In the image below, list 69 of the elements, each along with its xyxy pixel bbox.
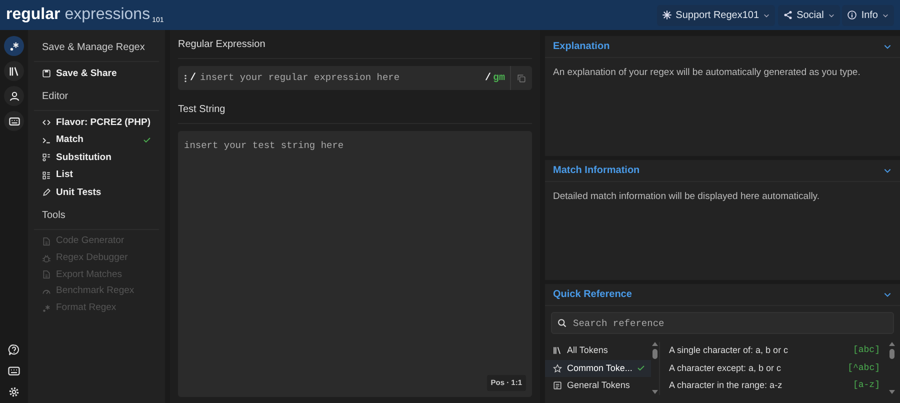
reference-row[interactable]: A character in the range: a-z [a-z] xyxy=(665,377,884,394)
description-text: An explanation of your regex will be automatically generated as you type. xyxy=(552,66,862,80)
caret-icon xyxy=(828,12,835,18)
check-icon xyxy=(637,364,646,372)
books-icon xyxy=(8,66,20,76)
user-icon xyxy=(8,90,20,102)
regex-icon xyxy=(42,304,51,313)
panel-header[interactable]: Match Information xyxy=(545,160,900,182)
regex-icon xyxy=(8,40,20,52)
reference-row[interactable]: A single character of: a, b or c [abc] xyxy=(665,342,884,360)
substitution-icon xyxy=(42,153,51,162)
sparkle-icon xyxy=(662,10,672,20)
document-icon xyxy=(42,270,51,280)
section-heading: Tools xyxy=(34,204,159,230)
share-icon xyxy=(782,10,793,20)
category-item[interactable]: All Tokens xyxy=(545,342,651,360)
menu-item[interactable]: Match xyxy=(34,132,159,149)
reference-row[interactable]: A character except: a, b or c [^abc] xyxy=(665,360,884,377)
list-icon xyxy=(42,170,51,180)
menu-button[interactable]: Social xyxy=(778,4,840,26)
search-icon xyxy=(557,318,567,328)
search-field[interactable]: Search reference xyxy=(551,312,894,334)
info-icon xyxy=(847,10,858,20)
scrollbar[interactable] xyxy=(888,342,896,394)
regex-field[interactable]: / insert your regular expression here / gm xyxy=(178,66,532,90)
section-heading: Test String xyxy=(178,99,532,124)
rail-button[interactable] xyxy=(4,36,24,56)
keyboard-icon[interactable] xyxy=(8,365,20,377)
caret-icon xyxy=(882,12,889,18)
keyboard-icon xyxy=(8,116,20,126)
caret-icon xyxy=(883,290,892,299)
caret-icon xyxy=(763,12,770,18)
menu-item[interactable]: Flavor: PCRE2 (PHP) xyxy=(34,114,159,132)
caret-icon xyxy=(883,166,892,175)
code-icon xyxy=(42,118,51,128)
section-heading: Regular Expression xyxy=(178,34,532,59)
settings-icon[interactable] xyxy=(8,386,20,398)
panel-header[interactable]: Explanation xyxy=(545,36,900,58)
star-icon xyxy=(553,364,562,373)
menu-item[interactable]: Unit Tests xyxy=(34,184,159,202)
flags[interactable]: gm xyxy=(492,70,505,86)
category-item[interactable]: General Tokens xyxy=(545,377,651,394)
delimiter: / xyxy=(190,72,196,86)
category-item[interactable]: Common Toke... xyxy=(545,360,651,377)
menu-item[interactable]: List xyxy=(34,166,159,184)
scrollbar[interactable] xyxy=(651,342,659,394)
panel-header[interactable]: Quick Reference xyxy=(545,284,900,306)
menu-item[interactable]: Substitution xyxy=(34,149,159,166)
section-heading: Editor xyxy=(34,85,159,111)
document-icon xyxy=(42,236,51,246)
menu-item[interactable]: Save & Share xyxy=(34,65,159,82)
check-icon xyxy=(143,136,151,144)
rail-button[interactable] xyxy=(4,111,24,131)
section-heading: Save & Manage Regex xyxy=(34,36,159,62)
menu-button[interactable]: Support Regex101 xyxy=(656,4,776,26)
help-icon[interactable] xyxy=(8,344,20,356)
logo[interactable]: regular expressions$_{101}$ xyxy=(6,3,164,27)
copy-icon[interactable] xyxy=(517,74,526,82)
document-icon xyxy=(553,381,562,390)
description-text: Detailed match information will be displayed here automatically. xyxy=(552,190,820,204)
rail-button[interactable] xyxy=(4,61,24,81)
books-icon xyxy=(553,346,562,356)
pencil-icon xyxy=(42,188,51,198)
terminal-icon xyxy=(42,136,51,145)
caret-icon xyxy=(883,42,892,51)
menu-button[interactable]: Info xyxy=(842,4,894,26)
delimiter: / xyxy=(484,72,491,86)
rail-button[interactable] xyxy=(4,86,24,106)
bug-icon xyxy=(42,254,51,263)
